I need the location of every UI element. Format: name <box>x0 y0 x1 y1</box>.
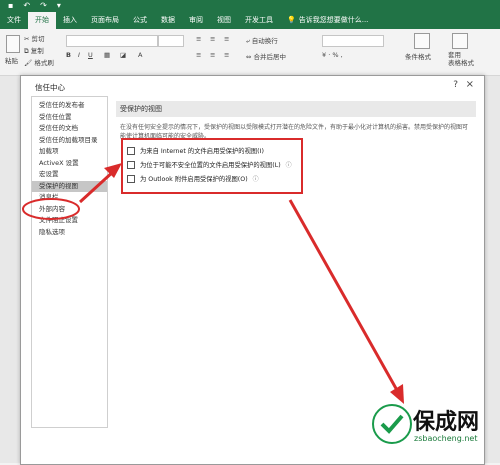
save-icon[interactable]: ▪ <box>8 1 13 10</box>
borders-button[interactable]: ▦ <box>104 51 110 59</box>
checkmark-icon <box>380 414 404 434</box>
nav-trusted-documents[interactable]: 受信任的文档 <box>32 123 107 135</box>
options-highlight-box: 为来自 Internet 的文件启用受保护的视图(I) 为位于可能不安全位置的文… <box>121 138 303 194</box>
option-label: 为 Outlook 附件启用受保护的视图(O) <box>140 176 248 183</box>
ribbon-home: 粘贴 ✂ 剪切 ⧉ 复制 🖌 格式刷 B I U ▦ ◪ A ≡ ≡ ≡ ⤶ 自… <box>0 29 500 76</box>
conditional-format-icon[interactable] <box>414 33 430 49</box>
watermark-url: zsbaocheng.net <box>414 434 478 443</box>
tell-me-text: 告诉我您想要做什么... <box>298 16 369 24</box>
lightbulb-icon: 💡 <box>287 16 296 24</box>
format-painter-button[interactable]: 🖌 格式刷 <box>24 57 54 67</box>
tab-file[interactable]: 文件 <box>0 12 28 29</box>
tab-view[interactable]: 视图 <box>210 12 238 29</box>
option-internet-files[interactable]: 为来自 Internet 的文件启用受保护的视图(I) <box>127 146 264 155</box>
section-title: 受保护的视图 <box>116 101 476 117</box>
align-right-button[interactable]: ≡ <box>224 51 229 59</box>
tab-data[interactable]: 数据 <box>154 12 182 29</box>
fill-color-button[interactable]: ◪ <box>120 51 126 59</box>
close-button[interactable]: × <box>466 79 474 90</box>
align-bottom-button[interactable]: ≡ <box>224 35 229 43</box>
merge-center-button[interactable]: ⇔ 合并后居中 <box>246 51 286 61</box>
trust-center-nav: 受信任的发布者 受信任位置 受信任的文档 受信任的加载项目录 加载项 Activ… <box>31 96 108 428</box>
paste-label[interactable]: 粘贴 <box>5 55 18 65</box>
option-label: 为来自 Internet 的文件启用受保护的视图(I) <box>140 148 264 155</box>
checkbox[interactable] <box>127 174 135 183</box>
currency-button[interactable]: ¥ · % , <box>322 51 343 59</box>
tab-developer[interactable]: 开发工具 <box>238 12 280 29</box>
align-left-button[interactable]: ≡ <box>196 51 201 59</box>
nav-trusted-publishers[interactable]: 受信任的发布者 <box>32 100 107 112</box>
checkbox[interactable] <box>127 160 135 169</box>
watermark-logo <box>372 404 412 444</box>
nav-addins[interactable]: 加载项 <box>32 146 107 158</box>
help-button[interactable]: ? <box>453 80 458 90</box>
wrap-text-button[interactable]: ⤶ 自动换行 <box>246 35 278 46</box>
customize-icon[interactable]: ▾ <box>57 1 61 10</box>
nav-trusted-locations[interactable]: 受信任位置 <box>32 112 107 124</box>
tab-review[interactable]: 审阅 <box>182 12 210 29</box>
font-size-select[interactable] <box>158 35 184 47</box>
info-icon[interactable]: ⓘ <box>286 160 292 169</box>
nav-external-content[interactable]: 外部内容 <box>32 204 107 216</box>
nav-macro-settings[interactable]: 宏设置 <box>32 169 107 181</box>
tab-insert[interactable]: 插入 <box>56 12 84 29</box>
nav-file-block-settings[interactable]: 文件阻止设置 <box>32 215 107 227</box>
watermark-brand: 保成网 <box>413 410 480 435</box>
underline-button[interactable]: U <box>88 51 93 59</box>
nav-message-bar[interactable]: 消息栏 <box>32 192 107 204</box>
font-color-button[interactable]: A <box>138 51 142 59</box>
conditional-format-label[interactable]: 条件格式 <box>405 51 431 61</box>
paste-icon[interactable] <box>6 35 20 53</box>
info-icon[interactable]: ⓘ <box>253 174 259 183</box>
cut-button[interactable]: ✂ 剪切 <box>24 33 45 43</box>
option-label: 为位于可能不安全位置的文件启用受保护的视图(L) <box>140 162 281 169</box>
number-format-select[interactable] <box>322 35 384 47</box>
bold-button[interactable]: B <box>66 51 71 59</box>
tell-me-box[interactable]: 💡 告诉我您想要做什么... <box>280 12 375 29</box>
tab-formulas[interactable]: 公式 <box>126 12 154 29</box>
nav-privacy-options[interactable]: 隐私选项 <box>32 227 107 239</box>
quick-access-toolbar: ▪ ↶ ↷ ▾ <box>8 1 61 10</box>
align-top-button[interactable]: ≡ <box>196 35 201 43</box>
checkbox[interactable] <box>127 146 135 155</box>
dialog-title: 信任中心 <box>35 83 65 92</box>
ribbon-tabs: 文件 开始 插入 页面布局 公式 数据 审阅 视图 开发工具 💡 告诉我您想要做… <box>0 12 500 29</box>
nav-activex-settings[interactable]: ActiveX 设置 <box>32 158 107 170</box>
tab-home[interactable]: 开始 <box>28 12 56 29</box>
align-middle-button[interactable]: ≡ <box>210 35 215 43</box>
nav-trusted-addin-catalogs[interactable]: 受信任的加载项目录 <box>32 135 107 147</box>
undo-icon[interactable]: ↶ <box>23 1 30 10</box>
align-center-button[interactable]: ≡ <box>210 51 215 59</box>
italic-button[interactable]: I <box>78 51 80 59</box>
table-style-label[interactable]: 套用 表格格式 <box>448 51 474 67</box>
copy-button[interactable]: ⧉ 复制 <box>24 45 44 56</box>
tab-page-layout[interactable]: 页面布局 <box>84 12 126 29</box>
font-name-select[interactable] <box>66 35 158 47</box>
redo-icon[interactable]: ↷ <box>40 1 47 10</box>
option-outlook-attachments[interactable]: 为 Outlook 附件启用受保护的视图(O) ⓘ <box>127 174 259 183</box>
option-unsafe-locations[interactable]: 为位于可能不安全位置的文件启用受保护的视图(L) ⓘ <box>127 160 292 169</box>
table-style-icon[interactable] <box>452 33 468 49</box>
protected-view-panel: 受保护的视图 在没有任何安全提示的情况下，受保护的视图以受限模式打开潜在的危险文… <box>116 101 476 194</box>
nav-protected-view[interactable]: 受保护的视图 <box>32 180 107 192</box>
title-bar: ▪ ↶ ↷ ▾ <box>0 0 500 12</box>
